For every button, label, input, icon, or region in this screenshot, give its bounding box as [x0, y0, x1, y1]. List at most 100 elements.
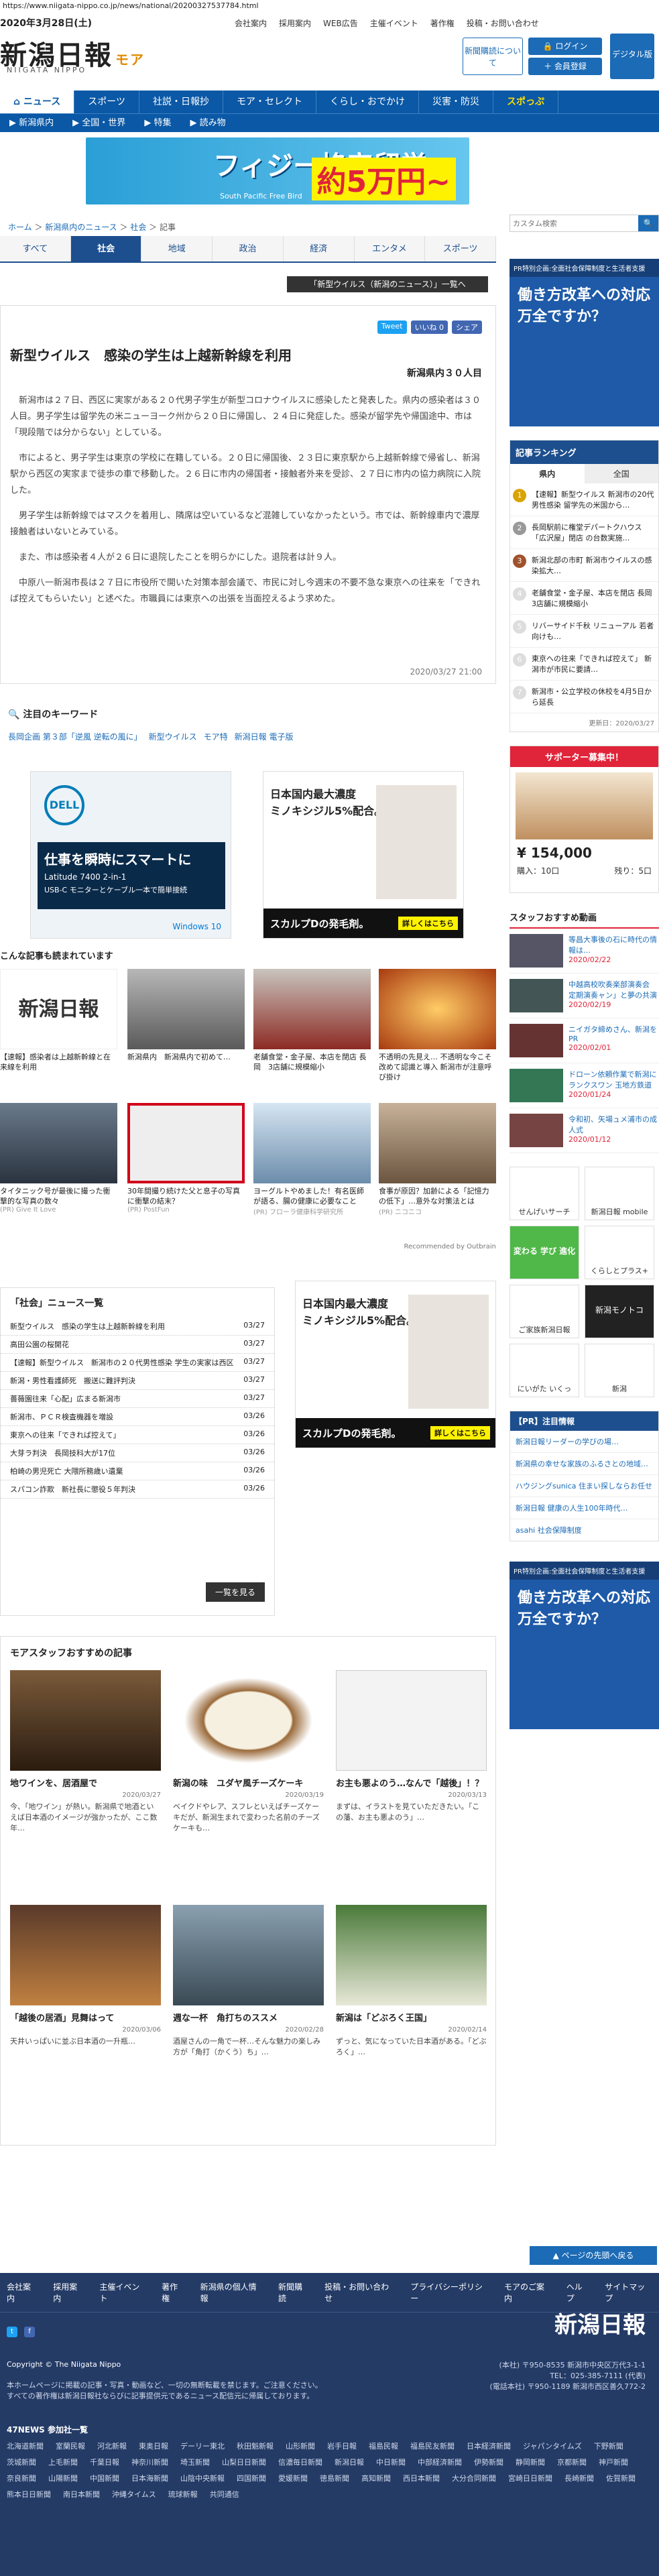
tweet-button[interactable]: Tweet — [377, 320, 407, 334]
footer-link[interactable]: 著作権 — [162, 2281, 185, 2304]
member-paper-link[interactable]: デーリー東北 — [180, 2441, 225, 2451]
recommend-item[interactable]: 新潟県内 新潟県内で初めて… — [127, 969, 245, 1062]
member-paper-link[interactable]: 京都新聞 — [557, 2457, 587, 2467]
staff-card[interactable]: 週な一杯 角打ちのススメ 2020/02/28 酒屋さんの一角で一杯…そんな魅力… — [173, 1905, 324, 2058]
member-paper-link[interactable]: 秋田魁新報 — [237, 2441, 274, 2451]
crumb-social[interactable]: 社会 — [130, 223, 146, 232]
tab-sports[interactable]: スポーツ — [425, 236, 497, 261]
ranking-item[interactable]: 7 新潟市・公立学校の休校を4月5日から延長 — [510, 681, 658, 713]
member-paper-link[interactable]: 日本海新聞 — [131, 2473, 168, 2483]
recommend-item[interactable]: タイタニック号が最後に撮った衝撃的な写真の数々 (PR) Give It Lov… — [0, 1103, 117, 1214]
ranking-item[interactable]: 6 東京への往来「できれば控えて」 新潟市が市民に要請… — [510, 648, 658, 681]
member-paper-link[interactable]: 東奥日報 — [139, 2441, 168, 2451]
footer-link[interactable]: 会社案内 — [7, 2281, 38, 2304]
keyword-link[interactable]: モア特 — [204, 731, 228, 742]
member-paper-link[interactable]: 四国新聞 — [237, 2473, 266, 2483]
subscribe-button[interactable]: 新聞購読について — [463, 38, 523, 75]
member-paper-link[interactable]: 岩手日報 — [327, 2441, 357, 2451]
member-paper-link[interactable]: ジャパンタイムズ — [523, 2441, 582, 2451]
recommend-item[interactable]: 新潟日報 【速報】感染者は上越新幹線と在来線を利用 — [0, 969, 117, 1072]
register-button[interactable]: ＋ 会員登録 — [528, 58, 602, 75]
member-paper-link[interactable]: 静岡新聞 — [516, 2457, 545, 2467]
staff-video-item[interactable]: ニイガタ締めさん、新潟をPR 2020/02/01 — [510, 1018, 659, 1063]
topic-link[interactable]: 「新型ウイルス（新潟のニュース）」一覧へ — [287, 276, 488, 292]
keyword-link[interactable]: 新型ウイルス — [149, 731, 197, 742]
staff-video-item[interactable]: 中越高校吹奏楽部演奏会 定期演奏ャン」と夢の共演 2020/02/19 — [510, 974, 659, 1018]
twitter-icon[interactable]: t — [7, 2327, 17, 2337]
footer-link[interactable]: 新聞購読 — [278, 2281, 310, 2304]
member-paper-link[interactable]: 千葉日報 — [90, 2457, 119, 2467]
footer-logo[interactable]: 新潟日報 — [554, 2306, 646, 2339]
recommend-item[interactable]: 老舗食堂・金子屋、本店を閉店 長岡 3店舗に規模縮小 — [253, 969, 371, 1072]
pr-item[interactable]: 新潟日報リーダーの学びの場… — [510, 1431, 658, 1453]
tab-politics[interactable]: 政治 — [213, 236, 284, 261]
top-link-copyright[interactable]: 著作権 — [430, 17, 455, 29]
top-link-events[interactable]: 主催イベント — [370, 17, 418, 29]
member-paper-link[interactable]: 北海道新聞 — [7, 2441, 44, 2451]
member-paper-link[interactable]: 徳島新聞 — [320, 2473, 349, 2483]
ad-dell[interactable]: DELL 仕事を瞬時にスマートに Latitude 7400 2-in-1 US… — [30, 771, 231, 939]
member-paper-link[interactable]: 熊本日日新聞 — [7, 2489, 51, 2500]
member-paper-link[interactable]: 山形新聞 — [286, 2441, 315, 2451]
nav-more-select[interactable]: モア・セレクト — [223, 91, 316, 113]
news-row[interactable]: 大芽ラ判決 長岡技科大が17位 03/26 — [1, 1444, 274, 1462]
recommend-item[interactable]: ヨーグルトやめました！有名医師が語る、腸の健康に必要なこと (PR) フローラ健… — [253, 1103, 371, 1216]
subnav-reads[interactable]: ▶ 読み物 — [180, 114, 235, 132]
member-paper-link[interactable]: 河北新報 — [97, 2441, 127, 2451]
member-paper-link[interactable]: 愛媛新聞 — [278, 2473, 308, 2483]
ranking-item[interactable]: 3 新潟北部の市町 新潟市ウイルスの感染拡大… — [510, 549, 658, 582]
top-link-recruit[interactable]: 採用案内 — [279, 17, 311, 29]
keyword-link[interactable]: 長岡企画 第３部「逆風 逆転の風に」 — [8, 731, 142, 742]
scalpd-button[interactable]: 詳しくはこちら — [398, 917, 458, 930]
member-paper-link[interactable]: 南日本新聞 — [63, 2489, 100, 2500]
pr-item[interactable]: 新潟県の幸せな家族のふるさとの地域… — [510, 1453, 658, 1475]
footer-link[interactable]: モアのご案内 — [504, 2281, 552, 2304]
recommend-item[interactable]: 30年間撮り続けた父と息子の写真に衝撃の結末？ (PR) PostFun — [127, 1103, 245, 1214]
tab-social[interactable]: 社会 — [70, 236, 142, 261]
tab-economy[interactable]: 経済 — [284, 236, 355, 261]
news-row[interactable]: 柏崎の男児死亡 大隈所務歳い遺棄 03/26 — [1, 1462, 274, 1480]
side-ad-workstyle-2[interactable]: PR特別企画:全面社会保障制度と生活者支援 働き方改革への対応万全ですか？ — [510, 1562, 659, 1729]
news-row[interactable]: 【速報】新型ウイルス 新潟市の２０代男性感染 学生の実家は西区 03/27 — [1, 1354, 274, 1372]
ad-scalpd[interactable]: 日本国内最大濃度 ミノキシジル5%配合。 スカルプDの発毛剤。 詳しくはこちら — [263, 771, 464, 939]
member-paper-link[interactable]: 大分合同新聞 — [452, 2473, 496, 2483]
app-link[interactable]: ご家族新潟日報 — [510, 1285, 579, 1338]
app-link[interactable]: せんげいサーチ — [510, 1167, 579, 1220]
tab-all[interactable]: すべて — [0, 236, 71, 261]
top-link-webad[interactable]: WEB広告 — [323, 17, 358, 29]
staff-video-item[interactable]: 令和初、矢場ュメ浦市の成人式 2020/01/12 — [510, 1108, 659, 1153]
side-ad-workstyle[interactable]: PR特別企画:全面社会保障制度と生活者支援 働き方改革への対応万全ですか？ — [510, 259, 659, 426]
nav-life[interactable]: くらし・おでかけ — [316, 91, 419, 113]
member-paper-link[interactable]: 神奈川新聞 — [131, 2457, 168, 2467]
crumb-local[interactable]: 新潟県内のニュース — [45, 223, 117, 232]
ranking-item[interactable]: 4 老舗食堂・金子屋、本店を閉店 長岡 3店舗に規模縮小 — [510, 582, 658, 615]
subnav-local[interactable]: ▶ 新潟県内 — [0, 114, 63, 132]
member-paper-link[interactable]: 佐賀新聞 — [606, 2473, 636, 2483]
ranking-tab-local[interactable]: 県内 — [510, 464, 585, 483]
news-row[interactable]: 高田公園の桜開花 03/27 — [1, 1336, 274, 1354]
footer-link[interactable]: 採用案内 — [53, 2281, 84, 2304]
member-paper-link[interactable]: 長崎新聞 — [564, 2473, 594, 2483]
pr-item[interactable]: 新潟日報 健康の人生100年時代… — [510, 1497, 658, 1519]
staff-video-item[interactable]: 等昌大事後の石に時代の情報は… 2020/02/22 — [510, 929, 659, 974]
footer-link[interactable]: 新潟県の個人情報 — [200, 2281, 263, 2304]
ad-banner-fiji[interactable]: フィジー格安留学 約5万円~ South Pacific Free Bird — [86, 137, 469, 204]
staff-video-item[interactable]: ドローン依頼作業で新潟にランクスワン 玉地方鉄道 2020/01/24 — [510, 1063, 659, 1108]
nav-editorial[interactable]: 社説・日報抄 — [139, 91, 223, 113]
share-button[interactable]: シェア — [452, 320, 482, 334]
nav-news[interactable]: ⌂ ニュース — [0, 91, 75, 113]
member-paper-link[interactable]: 信濃毎日新聞 — [278, 2457, 322, 2467]
member-paper-link[interactable]: 沖縄タイムス — [112, 2489, 156, 2500]
news-more-button[interactable]: 一覧を見る — [205, 1582, 265, 1602]
tab-region[interactable]: 地域 — [141, 236, 213, 261]
member-paper-link[interactable]: 室蘭民報 — [56, 2441, 85, 2451]
member-paper-link[interactable]: 山陰中央新報 — [180, 2473, 225, 2483]
tab-entertainment[interactable]: エンタメ — [355, 236, 426, 261]
nav-sports[interactable]: スポーツ — [74, 91, 139, 113]
search-input[interactable] — [510, 215, 638, 231]
member-paper-link[interactable]: 高知新聞 — [361, 2473, 391, 2483]
member-paper-link[interactable]: 山梨日日新聞 — [222, 2457, 266, 2467]
app-link[interactable]: 変わる 学び 進化 — [510, 1226, 579, 1279]
member-paper-link[interactable]: 中部経済新聞 — [418, 2457, 462, 2467]
supporter-box[interactable]: サポーター募集中！ ¥ 154,000 購入：10口 残り：5口 — [510, 746, 659, 893]
